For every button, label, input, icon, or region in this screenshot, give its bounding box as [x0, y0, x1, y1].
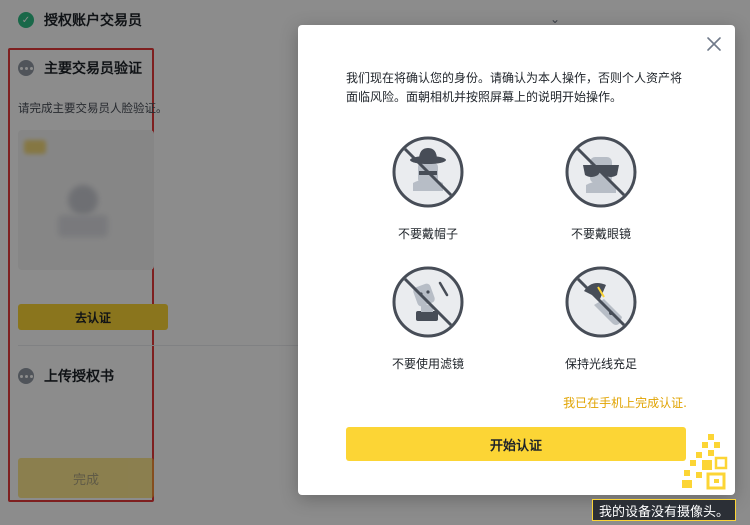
no-glasses-icon: [565, 136, 637, 208]
intro-text: 我们现在将确认您的身份。请确认为本人操作，否则个人资产将面临风险。面朝相机并按照…: [346, 71, 683, 104]
tip-label: 不要戴帽子: [397, 227, 458, 241]
no-camera-link[interactable]: 我的设备没有摄像头。: [592, 499, 737, 521]
tip-no-hat: 不要戴帽子: [363, 135, 493, 242]
good-lighting-icon: [565, 266, 637, 338]
tip-label: 保持光线充足: [564, 357, 637, 371]
completed-on-phone-link[interactable]: 我已在手机上完成认证.: [563, 394, 687, 411]
tip-no-filter: 不要使用滤镜: [363, 265, 493, 372]
start-verification-button[interactable]: 开始认证: [346, 427, 686, 461]
no-hat-icon: [392, 136, 464, 208]
tip-no-glasses: 不要戴眼镜: [536, 135, 666, 242]
no-filter-icon: [392, 266, 464, 338]
face-verification-modal: 我们现在将确认您的身份。请确认为本人操作，否则个人资产将面临风险。面朝相机并按照…: [298, 25, 735, 495]
tip-label: 不要戴眼镜: [570, 227, 631, 241]
tip-good-lighting: 保持光线充足: [536, 265, 666, 372]
tip-label: 不要使用滤镜: [391, 357, 464, 371]
close-icon[interactable]: [705, 35, 723, 53]
qr-code-icon[interactable]: [682, 434, 728, 490]
